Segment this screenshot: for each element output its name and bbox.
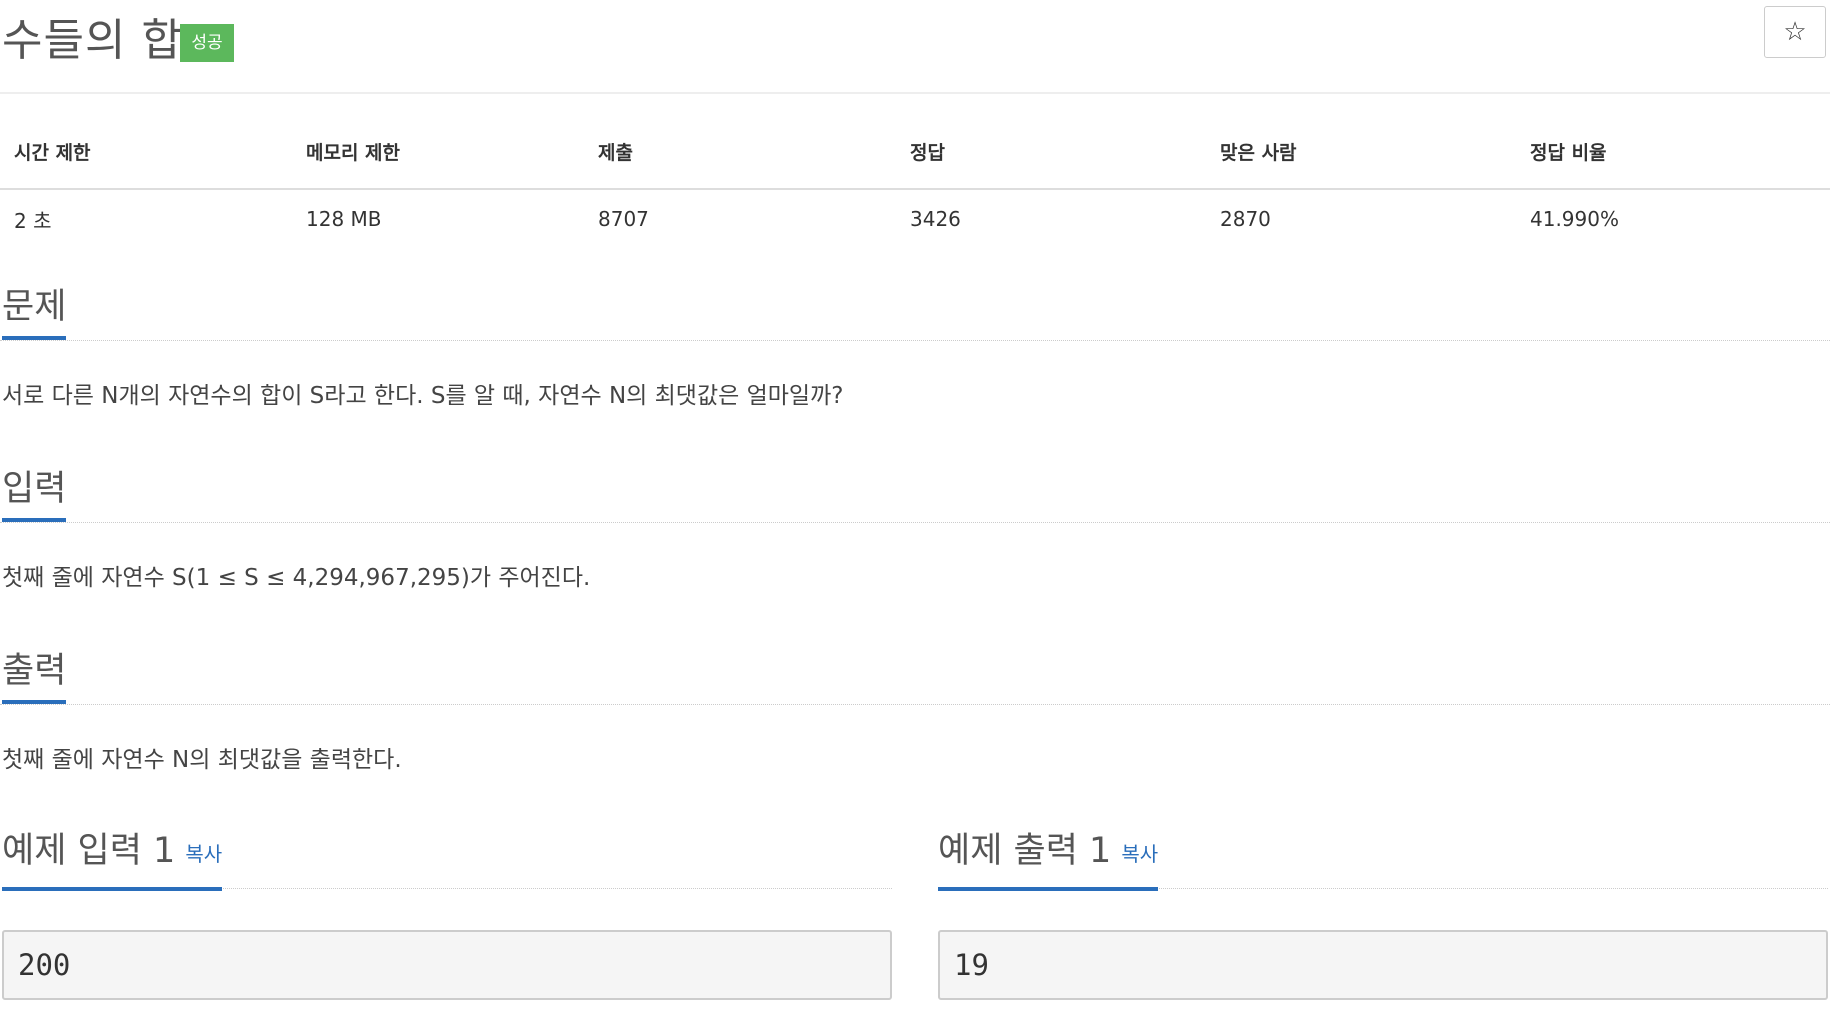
- sample-output-panel: 예제 출력 1 복사 19: [938, 826, 1828, 1000]
- problem-header: 수들의 합 성공 ☆: [0, 0, 1830, 94]
- copy-sample-input-link[interactable]: 복사: [185, 842, 222, 866]
- submissions-value: 8707: [598, 207, 649, 231]
- header-time-limit: 시간 제한: [0, 128, 292, 190]
- header-accept-ratio: 정답 비율: [1516, 128, 1830, 190]
- output-section: 출력 첫째 줄에 자연수 N의 최댓값을 출력한다.: [0, 648, 1830, 773]
- sample-input-value: 200: [18, 948, 71, 982]
- input-section-header: 입력: [0, 466, 1830, 523]
- output-section-title: 출력: [2, 648, 67, 704]
- header-submissions: 제출: [584, 128, 896, 190]
- time-limit-value: 2 초: [14, 208, 52, 233]
- problem-section-title: 문제: [2, 284, 67, 340]
- copy-sample-output-link[interactable]: 복사: [1121, 842, 1158, 866]
- table-row: 2 초 128 MB 8707 3426 2870 41.990%: [0, 189, 1830, 244]
- problem-page: 수들의 합 성공 ☆ 시간 제한 메모리 제한 제출 정답 맞은 사람 정답 비…: [0, 0, 1830, 1018]
- sample-output-title-wrap: 예제 출력 1 복사: [938, 826, 1159, 891]
- sample-input-panel: 예제 입력 1 복사 200: [2, 826, 892, 1000]
- sample-output-title: 예제 출력 1: [938, 831, 1112, 871]
- sample-input-box: 200: [2, 930, 892, 1000]
- problem-title: 수들의 합: [2, 15, 183, 66]
- star-icon: ☆: [1783, 17, 1807, 47]
- header-solvers: 맞은 사람: [1206, 128, 1516, 190]
- problem-section-header: 문제: [0, 284, 1830, 341]
- input-section: 입력 첫째 줄에 자연수 S(1 ≤ S ≤ 4,294,967,295)가 주…: [0, 466, 1830, 591]
- header-accepted: 정답: [896, 128, 1206, 190]
- accept-ratio-value: 41.990%: [1530, 207, 1619, 231]
- solvers-value: 2870: [1220, 207, 1271, 231]
- star-button[interactable]: ☆: [1764, 6, 1826, 58]
- sample-input-title: 예제 입력 1: [2, 831, 176, 871]
- input-description: 첫째 줄에 자연수 S(1 ≤ S ≤ 4,294,967,295)가 주어진다…: [2, 565, 591, 591]
- table-header-row: 시간 제한 메모리 제한 제출 정답 맞은 사람 정답 비율: [0, 128, 1830, 190]
- sample-output-box: 19: [938, 930, 1828, 1000]
- problem-description: 서로 다른 N개의 자연수의 합이 S라고 한다. S를 알 때, 자연수 N의…: [2, 383, 844, 409]
- sample-output-header: 예제 출력 1 복사: [938, 826, 1828, 891]
- memory-limit-value: 128 MB: [306, 207, 382, 231]
- sample-input-title-wrap: 예제 입력 1 복사: [2, 826, 223, 891]
- sample-input-header: 예제 입력 1 복사: [2, 826, 892, 891]
- problem-section: 문제 서로 다른 N개의 자연수의 합이 S라고 한다. S를 알 때, 자연수…: [0, 284, 1830, 409]
- header-memory-limit: 메모리 제한: [292, 128, 584, 190]
- status-badge: 성공: [180, 24, 234, 62]
- accepted-value: 3426: [910, 207, 961, 231]
- sample-output-value: 19: [954, 948, 989, 982]
- problem-info-table: 시간 제한 메모리 제한 제출 정답 맞은 사람 정답 비율 2 초 128 M…: [0, 128, 1830, 244]
- output-description: 첫째 줄에 자연수 N의 최댓값을 출력한다.: [2, 747, 402, 773]
- input-section-title: 입력: [2, 466, 67, 522]
- output-section-header: 출력: [0, 648, 1830, 705]
